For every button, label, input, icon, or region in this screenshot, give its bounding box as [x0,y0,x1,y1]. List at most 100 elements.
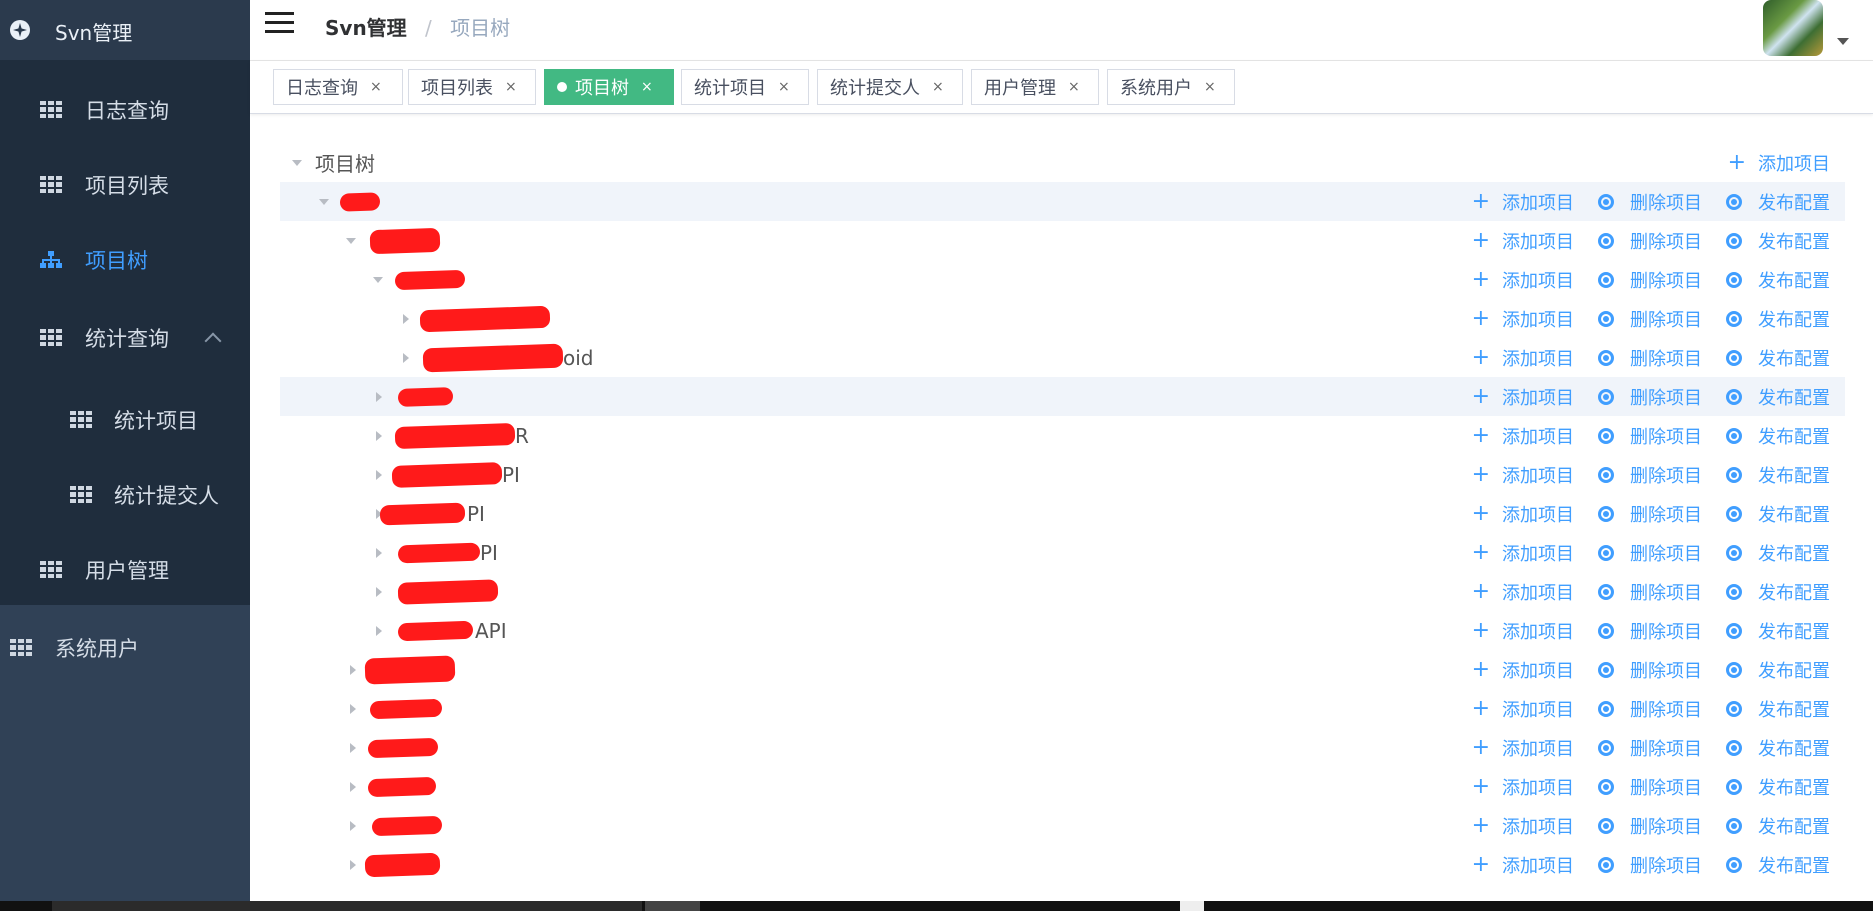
publish-config-button[interactable]: 发布配置 [1726,267,1830,293]
close-icon[interactable]: × [1068,79,1080,95]
expand-arrow-icon[interactable] [373,276,383,283]
tag-stats-project[interactable]: 统计项目 × [681,69,809,105]
tree-node-row[interactable]: + 添加项目 删除项目 发布配置 [280,806,1845,845]
tag-stats-committer[interactable]: 统计提交人 × [817,69,963,105]
publish-config-button[interactable]: 发布配置 [1726,384,1830,410]
expand-arrow-icon[interactable] [346,237,356,244]
add-project-button[interactable]: + 添加项目 [1472,540,1574,566]
sidebar-item-stats-project[interactable]: 统计项目 [0,382,250,457]
publish-config-button[interactable]: 发布配置 [1726,579,1830,605]
add-project-button[interactable]: + 添加项目 [1472,813,1574,839]
close-icon[interactable]: × [1204,79,1216,95]
breadcrumb-root[interactable]: Svn管理 [325,16,407,40]
tree-node-row[interactable]: + 添加项目 删除项目 发布配置 [280,845,1845,884]
delete-project-button[interactable]: 删除项目 [1598,462,1702,488]
avatar[interactable] [1763,0,1823,56]
add-project-button[interactable]: + 添加项目 [1472,267,1574,293]
hamburger-icon[interactable] [265,12,294,34]
sidebar-header-svn[interactable]: Svn管理 [0,0,290,60]
delete-project-button[interactable]: 删除项目 [1598,735,1702,761]
add-project-button[interactable]: + 添加项目 [1472,618,1574,644]
sidebar-item-project-tree[interactable]: 项目树 [0,222,250,297]
collapsed-arrow-icon[interactable] [376,547,382,558]
add-project-button[interactable]: + 添加项目 [1472,189,1574,215]
add-project-button[interactable]: + 添加项目 [1472,696,1574,722]
tree-node-row[interactable]: + 添加项目 删除项目 发布配置 [280,767,1845,806]
delete-project-button[interactable]: 删除项目 [1598,696,1702,722]
publish-config-button[interactable]: 发布配置 [1726,345,1830,371]
delete-project-button[interactable]: 删除项目 [1598,267,1702,293]
expand-arrow-icon[interactable] [292,159,302,166]
collapsed-arrow-icon[interactable] [350,820,356,831]
collapsed-arrow-icon[interactable] [376,391,382,402]
tag-project-list[interactable]: 项目列表 × [408,69,536,105]
expand-arrow-icon[interactable] [319,198,329,205]
collapsed-arrow-icon[interactable] [376,625,382,636]
publish-config-button[interactable]: 发布配置 [1726,228,1830,254]
tree-node-row[interactable]: + 添加项目 删除项目 发布配置 [280,728,1845,767]
add-project-button[interactable]: + 添加项目 [1472,735,1574,761]
collapsed-arrow-icon[interactable] [350,781,356,792]
tree-node-row[interactable]: + 添加项目 删除项目 发布配置 [280,260,1845,299]
publish-config-button[interactable]: 发布配置 [1726,540,1830,566]
add-project-button[interactable]: + 添加项目 [1472,462,1574,488]
delete-project-button[interactable]: 删除项目 [1598,813,1702,839]
tree-node-row[interactable]: + 添加项目 删除项目 发布配置 [280,650,1845,689]
delete-project-button[interactable]: 删除项目 [1598,540,1702,566]
delete-project-button[interactable]: 删除项目 [1598,657,1702,683]
collapsed-arrow-icon[interactable] [350,859,356,870]
add-project-button[interactable]: + 添加项目 [1728,150,1830,176]
publish-config-button[interactable]: 发布配置 [1726,774,1830,800]
publish-config-button[interactable]: 发布配置 [1726,696,1830,722]
sidebar-item-stats-committer[interactable]: 统计提交人 [0,457,250,532]
publish-config-button[interactable]: 发布配置 [1726,501,1830,527]
delete-project-button[interactable]: 删除项目 [1598,345,1702,371]
publish-config-button[interactable]: 发布配置 [1726,618,1830,644]
collapsed-arrow-icon[interactable] [403,313,409,324]
tree-node-row[interactable]: + 添加项目 删除项目 发布配置 [280,182,1845,221]
add-project-button[interactable]: + 添加项目 [1472,306,1574,332]
add-project-button[interactable]: + 添加项目 [1472,657,1574,683]
add-project-button[interactable]: + 添加项目 [1472,501,1574,527]
add-project-button[interactable]: + 添加项目 [1472,384,1574,410]
publish-config-button[interactable]: 发布配置 [1726,189,1830,215]
publish-config-button[interactable]: 发布配置 [1726,813,1830,839]
add-project-button[interactable]: + 添加项目 [1472,774,1574,800]
sidebar-item-project-list[interactable]: 项目列表 [0,147,250,222]
publish-config-button[interactable]: 发布配置 [1726,462,1830,488]
collapsed-arrow-icon[interactable] [376,430,382,441]
tag-user-management[interactable]: 用户管理 × [971,69,1099,105]
tree-node-row[interactable]: PI + 添加项目 删除项目 发布配置 [280,455,1845,494]
collapsed-arrow-icon[interactable] [350,703,356,714]
delete-project-button[interactable]: 删除项目 [1598,306,1702,332]
publish-config-button[interactable]: 发布配置 [1726,852,1830,878]
close-icon[interactable]: × [641,79,653,95]
add-project-button[interactable]: + 添加项目 [1472,423,1574,449]
publish-config-button[interactable]: 发布配置 [1726,306,1830,332]
close-icon[interactable]: × [932,79,944,95]
collapsed-arrow-icon[interactable] [376,586,382,597]
publish-config-button[interactable]: 发布配置 [1726,735,1830,761]
publish-config-button[interactable]: 发布配置 [1726,423,1830,449]
close-icon[interactable]: × [778,79,790,95]
delete-project-button[interactable]: 删除项目 [1598,579,1702,605]
tree-node-row[interactable]: R + 添加项目 删除项目 发布配置 [280,416,1845,455]
add-project-button[interactable]: + 添加项目 [1472,579,1574,605]
tree-node-row[interactable]: + 添加项目 删除项目 发布配置 [280,377,1845,416]
tree-node-row[interactable]: PI + 添加项目 删除项目 发布配置 [280,533,1845,572]
delete-project-button[interactable]: 删除项目 [1598,501,1702,527]
tree-node-row[interactable]: PI + 添加项目 删除项目 发布配置 [280,494,1845,533]
collapsed-arrow-icon[interactable] [403,352,409,363]
sidebar-item-stats-query[interactable]: 统计查询 [0,300,250,375]
close-icon[interactable]: × [505,79,517,95]
tree-node-row[interactable]: API + 添加项目 删除项目 发布配置 [280,611,1845,650]
sidebar-item-system-users[interactable]: 系统用户 [0,610,250,685]
tree-node-row[interactable]: oid + 添加项目 删除项目 发布配置 [280,338,1845,377]
add-project-button[interactable]: + 添加项目 [1472,852,1574,878]
sidebar-item-user-management[interactable]: 用户管理 [0,532,250,607]
collapsed-arrow-icon[interactable] [350,742,356,753]
add-project-button[interactable]: + 添加项目 [1472,228,1574,254]
close-icon[interactable]: × [370,79,382,95]
tree-root-row[interactable]: 项目树 + 添加项目 [280,143,1845,182]
tree-node-row[interactable]: + 添加项目 删除项目 发布配置 [280,572,1845,611]
